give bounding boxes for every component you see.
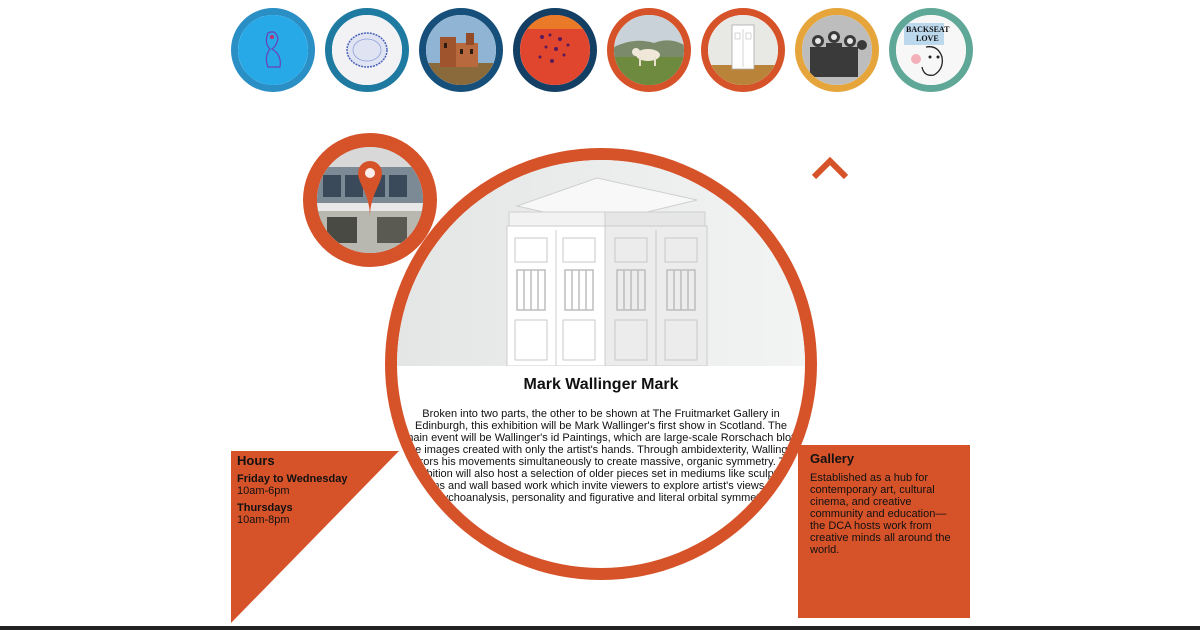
exhibition-description: Broken into two parts, the other to be s… xyxy=(404,408,798,504)
circle-drawing-image xyxy=(332,15,402,85)
page-bottom-border xyxy=(0,626,1200,630)
backseat-text: BACKSEAT xyxy=(906,25,950,34)
hours-panel: Hours Friday to Wednesday 10am-6pm Thurs… xyxy=(237,453,377,531)
exhibition-title: Mark Wallinger Mark xyxy=(523,376,679,393)
artwork-thumbnail-strip: BACKSEAT LOVE xyxy=(231,8,973,96)
thumbnail-red-dots[interactable] xyxy=(513,8,597,92)
scroll-up-button[interactable] xyxy=(810,153,850,183)
police-box-image xyxy=(708,15,778,85)
exhibition-circle: Mark Wallinger Mark Broken into two part… xyxy=(385,148,817,580)
thumbnail-castle[interactable] xyxy=(419,8,503,92)
hours-title: Hours xyxy=(237,453,275,468)
cattle-image xyxy=(614,15,684,85)
gallery-panel: Gallery Established as a hub for contemp… xyxy=(798,445,970,618)
thumbnail-backseat-love[interactable]: BACKSEAT LOVE xyxy=(889,8,973,92)
hours-time-2: 10am-8pm xyxy=(237,514,290,526)
location-button[interactable] xyxy=(303,133,437,267)
love-text: LOVE xyxy=(916,34,939,43)
exhibition-card: Mark Wallinger Mark Broken into two part… xyxy=(397,160,805,568)
thumbnail-blue-figure[interactable] xyxy=(231,8,315,92)
thumbnail-police-box[interactable] xyxy=(701,8,785,92)
hours-time-1: 10am-6pm xyxy=(237,485,290,497)
gallery-description: Established as a hub for contemporary ar… xyxy=(810,472,951,556)
crowd-image xyxy=(802,15,872,85)
gallery-title: Gallery xyxy=(810,451,855,466)
hours-days-2: Thursdays xyxy=(237,502,293,514)
police-box-sculpture-image xyxy=(397,160,805,366)
thumbnail-crowd[interactable] xyxy=(795,8,879,92)
exhibition-image xyxy=(397,160,805,366)
backseat-love-image: BACKSEAT LOVE xyxy=(896,15,966,85)
map-pin-icon xyxy=(358,161,382,217)
blue-figure-image xyxy=(238,15,308,85)
thumbnail-cattle[interactable] xyxy=(607,8,691,92)
castle-image xyxy=(426,15,496,85)
red-dots-image xyxy=(520,15,590,85)
thumbnail-circle-drawing[interactable] xyxy=(325,8,409,92)
chevron-up-icon xyxy=(811,156,849,180)
hours-days-1: Friday to Wednesday xyxy=(237,473,348,485)
